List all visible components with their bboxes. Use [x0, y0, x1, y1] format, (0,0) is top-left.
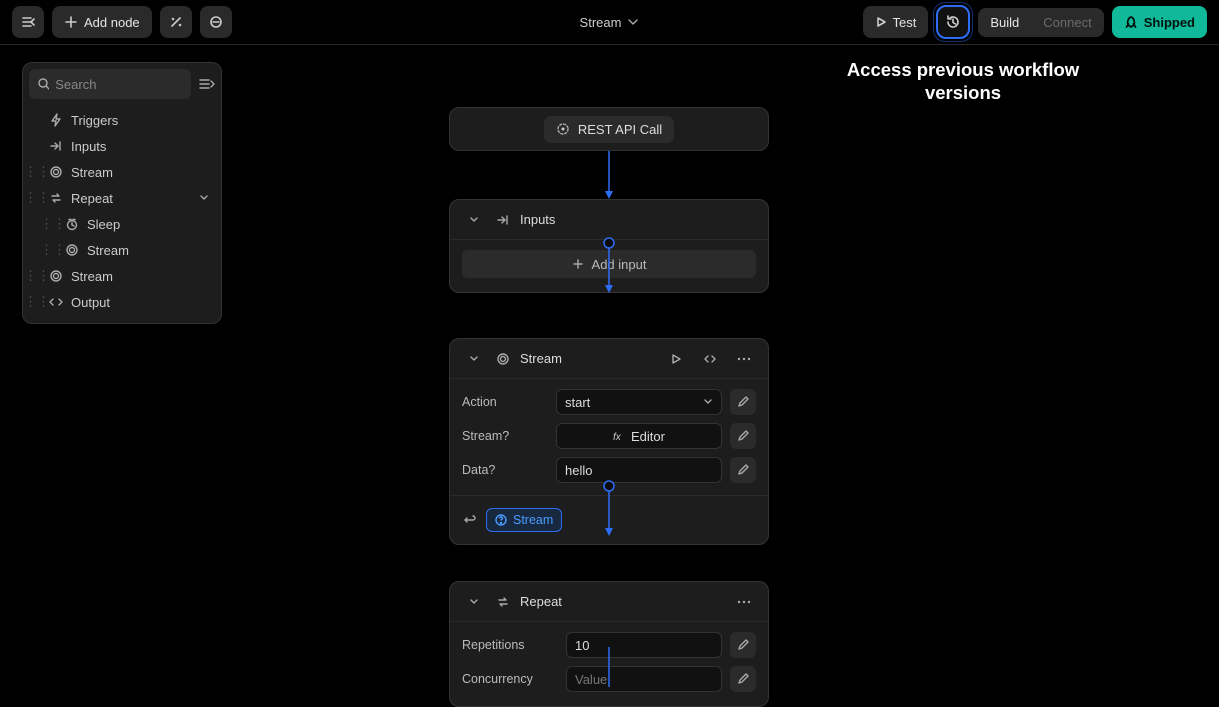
title-text: Stream — [580, 15, 622, 30]
add-node-label: Add node — [84, 15, 140, 30]
rest-api-node[interactable]: REST API Call — [449, 107, 769, 151]
repeat-node[interactable]: Repeat Repetitions 10 Concurrency — [449, 581, 769, 707]
data-value: hello — [565, 463, 592, 478]
connector — [609, 151, 611, 199]
run-node-button[interactable] — [664, 347, 688, 371]
action-value: start — [565, 395, 590, 410]
prop-label-streamq: Stream? — [462, 429, 548, 443]
chevron-down-icon — [469, 597, 479, 607]
rest-api-chip: REST API Call — [544, 116, 674, 143]
action-select[interactable]: start — [556, 389, 722, 415]
tab-connect[interactable]: Connect — [1031, 8, 1103, 37]
repetitions-input[interactable]: 10 — [566, 632, 722, 658]
pencil-icon — [737, 639, 749, 651]
rocket-icon — [1124, 15, 1138, 29]
pencil-icon — [737, 396, 749, 408]
history-icon — [945, 14, 961, 30]
magic-button[interactable] — [160, 6, 192, 38]
chevron-down-icon — [469, 354, 479, 364]
svg-text:fx: fx — [613, 432, 622, 442]
pencil-icon — [737, 464, 749, 476]
edit-button[interactable] — [730, 457, 756, 483]
panel-collapse-icon — [20, 14, 36, 30]
tab-build[interactable]: Build — [978, 8, 1031, 37]
prop-label-conc: Concurrency — [462, 672, 558, 686]
dots-icon — [737, 357, 751, 361]
connector — [609, 647, 611, 687]
play-icon — [670, 353, 682, 365]
plus-icon — [572, 258, 584, 270]
prop-label-reps: Repetitions — [462, 638, 558, 652]
more-button[interactable] — [732, 590, 756, 614]
test-label: Test — [893, 15, 917, 30]
zoom-button[interactable] — [200, 6, 232, 38]
node-title: Inputs — [520, 212, 555, 227]
connector — [609, 238, 611, 293]
code-button[interactable] — [698, 347, 722, 371]
test-button[interactable]: Test — [863, 6, 929, 38]
add-input-label: Add input — [592, 257, 647, 272]
chevron-down-icon — [469, 215, 479, 225]
help-icon — [495, 514, 507, 526]
concurrency-input[interactable] — [566, 666, 722, 692]
wand-icon — [168, 14, 184, 30]
collapse-toggle[interactable] — [462, 590, 486, 614]
stream-output-chip[interactable]: Stream — [486, 508, 562, 532]
edit-button[interactable] — [730, 632, 756, 658]
repeat-icon — [496, 595, 510, 609]
collapse-toggle[interactable] — [462, 347, 486, 371]
connector — [609, 481, 611, 536]
node-title: Stream — [520, 351, 562, 366]
pencil-icon — [737, 430, 749, 442]
return-icon — [462, 513, 476, 527]
rest-api-label: REST API Call — [578, 122, 662, 137]
prop-label-action: Action — [462, 395, 548, 409]
code-icon — [703, 352, 717, 366]
streamq-value: Editor — [631, 429, 665, 444]
collapse-toggle[interactable] — [462, 208, 486, 232]
stream-editor-button[interactable]: fx Editor — [556, 423, 722, 449]
history-button[interactable] — [936, 5, 970, 39]
prop-label-data: Data? — [462, 463, 548, 477]
more-button[interactable] — [732, 347, 756, 371]
node-title: Repeat — [520, 594, 562, 609]
inputs-icon — [496, 213, 510, 227]
chevron-down-icon — [703, 397, 713, 407]
dots-icon — [737, 600, 751, 604]
data-input[interactable]: hello — [556, 457, 722, 483]
target-icon — [556, 122, 570, 136]
shipped-button[interactable]: Shipped — [1112, 6, 1207, 38]
edit-button[interactable] — [730, 423, 756, 449]
add-node-button[interactable]: Add node — [52, 6, 152, 38]
edit-button[interactable] — [730, 666, 756, 692]
shipped-label: Shipped — [1144, 15, 1195, 30]
stream-icon — [496, 352, 510, 366]
stream-chip-label: Stream — [513, 513, 553, 527]
chevron-down-icon — [627, 16, 639, 28]
workflow-title[interactable]: Stream — [580, 15, 640, 30]
plus-icon — [64, 15, 78, 29]
edit-button[interactable] — [730, 389, 756, 415]
fx-icon: fx — [613, 430, 625, 442]
reps-value: 10 — [575, 638, 589, 653]
play-icon — [875, 16, 887, 28]
mode-tabs: Build Connect — [978, 8, 1103, 37]
scan-icon — [208, 14, 224, 30]
concurrency-field[interactable] — [575, 672, 713, 687]
menu-toggle-button[interactable] — [12, 6, 44, 38]
